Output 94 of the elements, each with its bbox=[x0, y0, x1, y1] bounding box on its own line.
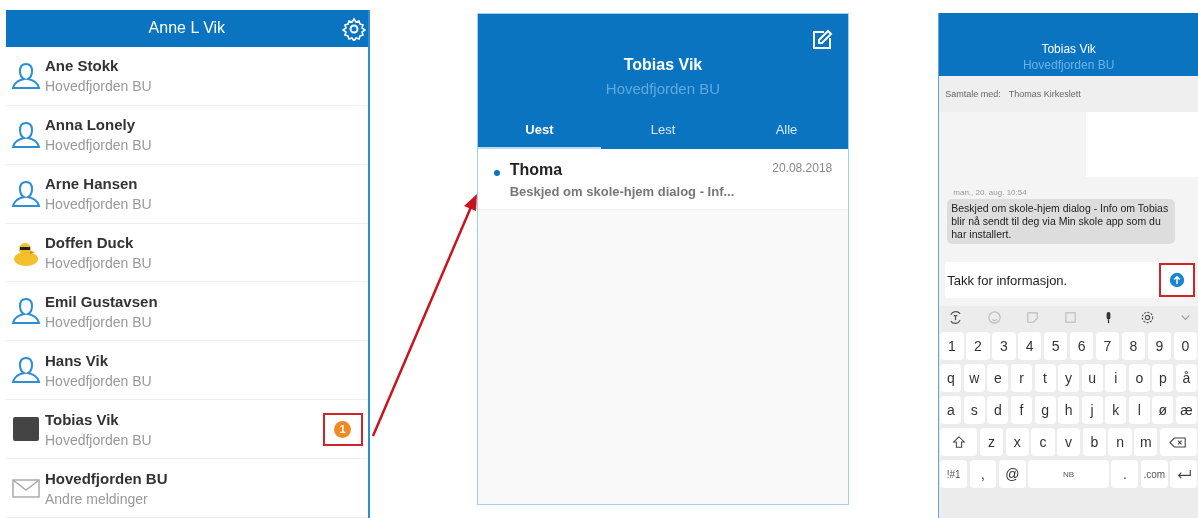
keyboard-key[interactable]: 9 bbox=[1147, 332, 1172, 360]
keyboard-key[interactable]: z bbox=[979, 428, 1004, 456]
contact-name: Emil Gustavsen bbox=[45, 292, 159, 310]
contact-name: Arne Hansen bbox=[45, 175, 139, 193]
keyboard-key[interactable]: @ bbox=[999, 460, 1026, 488]
keyboard-key[interactable]: d bbox=[987, 396, 1009, 424]
keyboard-key[interactable]: a bbox=[940, 396, 962, 424]
keyboard-key[interactable]: 6 bbox=[1069, 332, 1094, 360]
contact-name: Anna Lonely bbox=[45, 116, 136, 134]
message-input[interactable]: Takk for informasjon. bbox=[945, 262, 1159, 298]
keyboard-key[interactable]: 4 bbox=[1018, 332, 1042, 360]
keyboard-key[interactable]: q bbox=[940, 364, 962, 392]
person-icon bbox=[10, 355, 41, 386]
keyboard-key[interactable]: y bbox=[1058, 364, 1080, 392]
keyboard-key[interactable]: 5 bbox=[1043, 332, 1068, 360]
keyboard-key[interactable]: æ bbox=[1175, 396, 1197, 424]
person-icon bbox=[10, 60, 41, 91]
keyboard-key[interactable]: e bbox=[987, 364, 1009, 392]
keyboard-key[interactable]: r bbox=[1010, 364, 1032, 392]
message-bubble: Beskjed om skole-hjem dialog - Info om Tobias blir nå sendt til deg via Min skole app som du har installert. bbox=[947, 198, 1176, 244]
tab[interactable]: Alle bbox=[724, 111, 849, 149]
contact-title: Tobias Vik bbox=[623, 56, 703, 74]
conversation-label: Samtale med: bbox=[945, 89, 1001, 99]
keyboard-key[interactable]: 8 bbox=[1121, 332, 1146, 360]
keyboard-key[interactable]: l bbox=[1128, 396, 1150, 424]
person-icon bbox=[10, 119, 41, 150]
settings-icon[interactable] bbox=[1139, 310, 1155, 325]
space-key[interactable]: NB bbox=[1028, 460, 1109, 488]
contact-name: Tobias Vik bbox=[45, 410, 120, 428]
contact-group: Hovedfjorden BU bbox=[45, 372, 368, 389]
keyboard-key[interactable]: k bbox=[1105, 396, 1127, 424]
photo-placeholder bbox=[12, 417, 39, 442]
shift-icon bbox=[951, 435, 966, 449]
keyboard-key[interactable]: 2 bbox=[966, 332, 990, 360]
contact-name: Ane Stokk bbox=[45, 57, 120, 75]
contact-name: Hans Vik bbox=[45, 351, 110, 369]
keyboard-key[interactable]: 1 bbox=[940, 332, 964, 360]
contact-subtitle: Hovedfjorden BU bbox=[605, 80, 721, 97]
person-icon bbox=[10, 178, 41, 209]
contact-group: Hovedfjorden BU bbox=[45, 137, 368, 154]
keyboard-key[interactable]: h bbox=[1058, 396, 1080, 424]
keyboard-key[interactable]: c bbox=[1031, 428, 1055, 456]
message-timestamp: man., 20. aug. 10:54 bbox=[953, 187, 1028, 197]
message-preview: Beskjed om skole-hjem dialog - Inf... bbox=[509, 184, 736, 199]
contact-group: Hovedfjorden BU bbox=[45, 313, 368, 330]
contact-group: Hovedfjorden BU bbox=[45, 78, 368, 95]
contact-name: Hovedfjorden BU bbox=[45, 469, 169, 487]
keyboard-key[interactable]: p bbox=[1152, 364, 1174, 392]
message-date: 20.08.2018 bbox=[772, 161, 833, 177]
keyboard-key[interactable]: . bbox=[1111, 460, 1139, 488]
contact-group: Hovedfjorden BU bbox=[45, 431, 323, 448]
keyboard-key[interactable]: 3 bbox=[992, 332, 1016, 360]
tab[interactable]: Lest bbox=[601, 111, 725, 149]
keyboard-key[interactable]: f bbox=[1010, 396, 1032, 424]
contact-group: Hovedfjorden BU bbox=[45, 196, 368, 213]
keyboard-key[interactable]: .com bbox=[1140, 460, 1168, 488]
keyboard-key[interactable]: u bbox=[1081, 364, 1103, 392]
keyboard-key[interactable]: !#1 bbox=[940, 460, 968, 488]
screen-title: Anne L Vik bbox=[148, 19, 226, 38]
keyboard-key[interactable]: b bbox=[1082, 428, 1106, 456]
keyboard-key[interactable]: o bbox=[1128, 364, 1150, 392]
contact-name: Doffen Duck bbox=[45, 234, 135, 252]
keyboard-key[interactable]: 7 bbox=[1095, 332, 1120, 360]
keyboard-key[interactable]: x bbox=[1005, 428, 1029, 456]
keyboard-key[interactable]: w bbox=[963, 364, 985, 392]
backspace-key[interactable] bbox=[1159, 428, 1197, 456]
conversation-partner: Thomas Kirkeslett bbox=[1008, 89, 1081, 99]
compose-icon[interactable] bbox=[810, 28, 835, 52]
keyboard-key[interactable]: m bbox=[1134, 428, 1158, 456]
message-row[interactable]: Thoma 20.08.2018 Beskjed om skole-hjem dialog - Inf... bbox=[477, 149, 849, 210]
keyboard-key[interactable]: s bbox=[963, 396, 985, 424]
message-sender: Thoma bbox=[509, 161, 563, 179]
keyboard-key[interactable]: t bbox=[1034, 364, 1056, 392]
person-icon bbox=[10, 296, 41, 327]
enter-key[interactable] bbox=[1170, 460, 1197, 488]
unread-badge: 1 bbox=[334, 420, 352, 438]
keyboard-key[interactable]: 0 bbox=[1173, 332, 1197, 360]
contact-subtitle: Hovedfjorden BU bbox=[1022, 58, 1115, 72]
keyboard-key[interactable]: v bbox=[1057, 428, 1081, 456]
cursor-icon[interactable] bbox=[948, 310, 964, 325]
keyboard-key[interactable]: i bbox=[1105, 364, 1127, 392]
contact-group: Hovedfjorden BU bbox=[45, 255, 368, 272]
keyboard-key[interactable]: å bbox=[1175, 364, 1197, 392]
send-button[interactable] bbox=[1169, 272, 1185, 288]
settings-icon[interactable] bbox=[341, 17, 366, 41]
backspace-icon bbox=[1169, 435, 1188, 449]
keyboard-key[interactable]: ø bbox=[1152, 396, 1174, 424]
keyboard-key[interactable]: j bbox=[1081, 396, 1103, 424]
keyboard-key[interactable]: n bbox=[1108, 428, 1132, 456]
shift-key[interactable] bbox=[940, 428, 978, 456]
contact-group: Andre meldinger bbox=[45, 490, 368, 507]
contact-title: Tobias Vik bbox=[1041, 42, 1096, 56]
keyboard-key[interactable]: , bbox=[969, 460, 997, 488]
keyboard-key[interactable]: g bbox=[1034, 396, 1056, 424]
